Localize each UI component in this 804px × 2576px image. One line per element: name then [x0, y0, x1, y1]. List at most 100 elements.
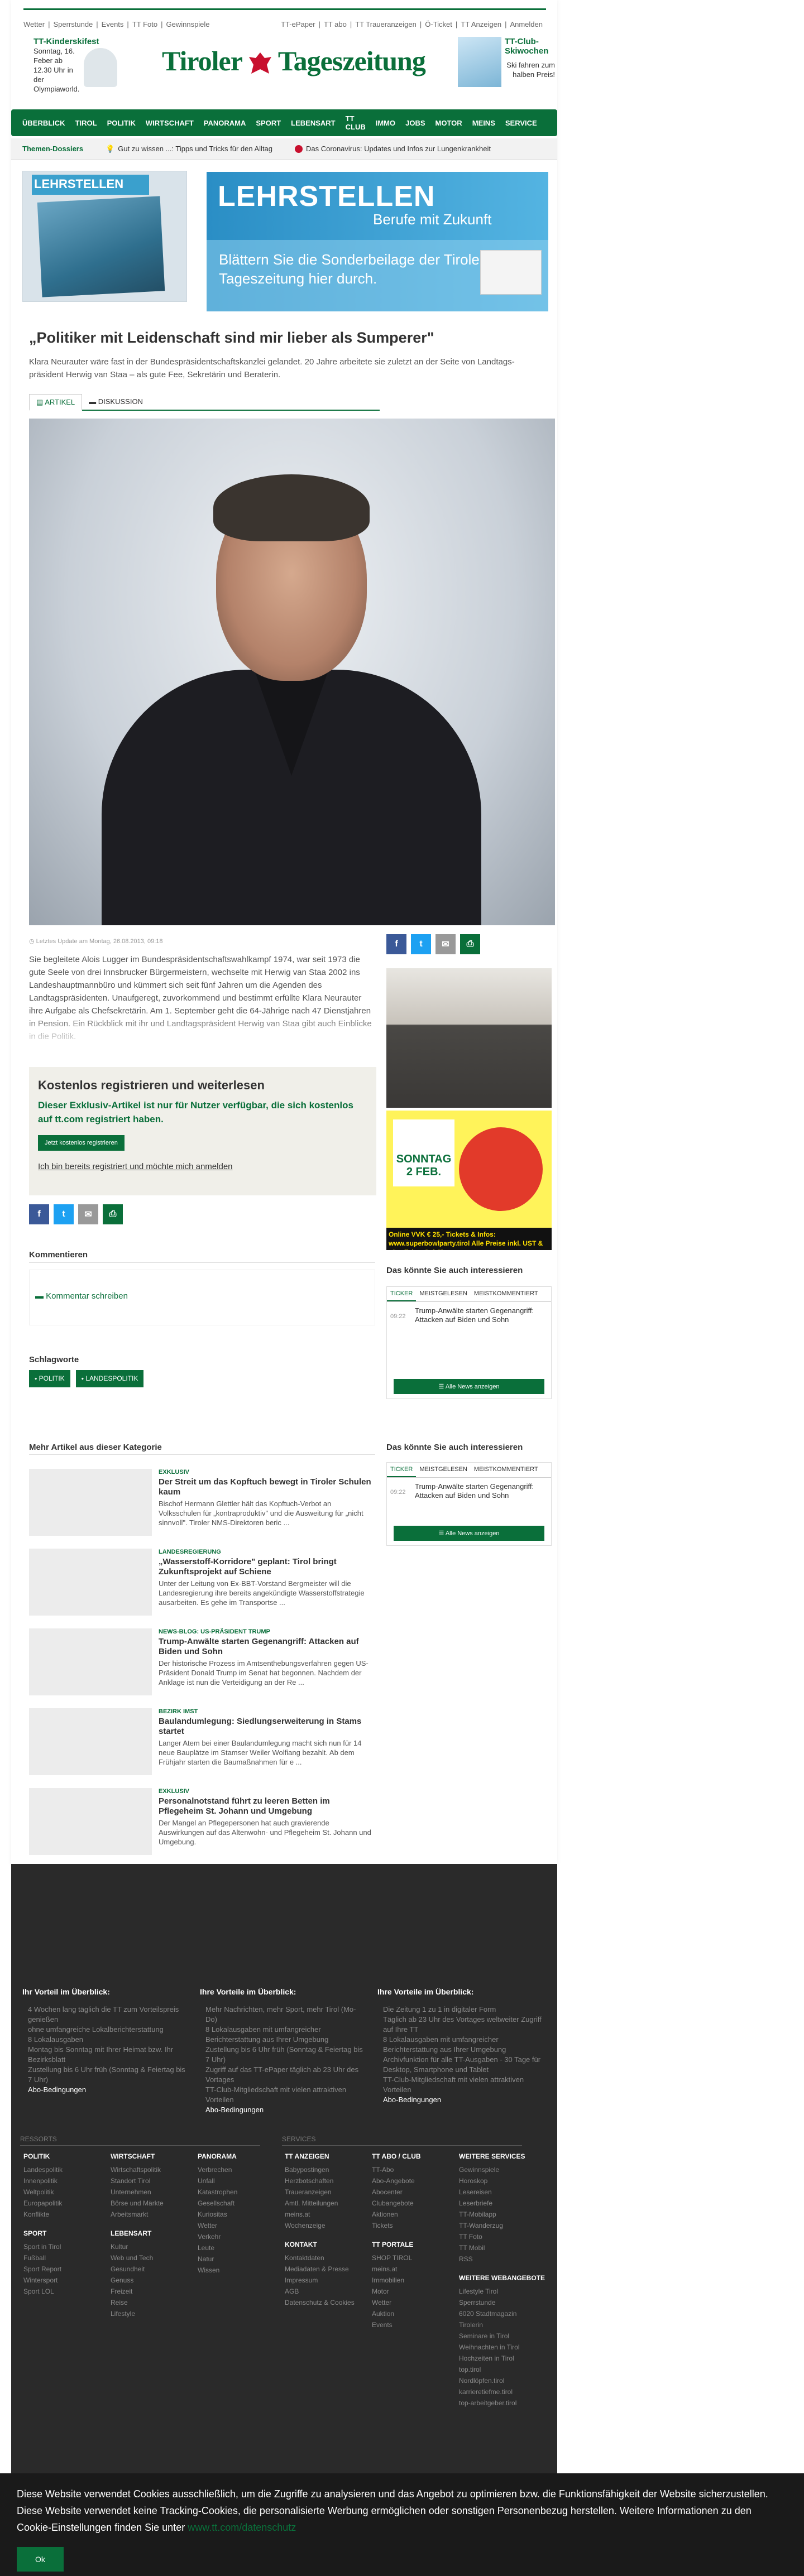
footer-link[interactable]: Genuss: [111, 2275, 164, 2286]
ticker-item[interactable]: 09:22 Trump-Anwälte starten Gegenangriff:…: [387, 1302, 551, 1345]
footer-link[interactable]: Motor: [372, 2286, 421, 2297]
footer-link[interactable]: Wetter: [372, 2297, 421, 2308]
footer-link[interactable]: Börse und Märkte: [111, 2198, 164, 2209]
footer-link[interactable]: Unfall: [198, 2175, 237, 2186]
all-news-button[interactable]: ☰ Alle News anzeigen: [394, 1526, 544, 1541]
footer-link[interactable]: Wissen: [198, 2265, 237, 2276]
footer-link[interactable]: Wintersport: [23, 2275, 63, 2286]
top-link[interactable]: Anmelden: [510, 20, 543, 28]
footer-link[interactable]: Abo-Angebote: [372, 2175, 421, 2186]
footer-link[interactable]: TT-Wanderzug: [459, 2220, 545, 2231]
footer-link[interactable]: Gesellschaft: [198, 2198, 237, 2209]
footer-link[interactable]: Tickets: [372, 2220, 421, 2231]
theme-item-tipps[interactable]: 💡 Gut zu wissen ...: Tipps und Tricks für…: [106, 145, 272, 153]
tab-meistkommentiert[interactable]: MEISTKOMMENTIERT: [471, 1287, 542, 1301]
footer-link[interactable]: TT Mobil: [459, 2242, 545, 2253]
footer-link[interactable]: SHOP TIROL: [372, 2252, 421, 2263]
footer-link[interactable]: Wirtschaftspolitik: [111, 2164, 164, 2175]
nav-item[interactable]: TT CLUB: [346, 114, 366, 131]
footer-link[interactable]: Tirolerin: [459, 2319, 545, 2330]
footer-link[interactable]: Traueranzeigen: [285, 2186, 355, 2198]
footer-link[interactable]: Clubangebote: [372, 2198, 421, 2209]
footer-link[interactable]: Standort Tirol: [111, 2175, 164, 2186]
footer-link[interactable]: Fußball: [23, 2252, 63, 2263]
site-logo[interactable]: Tiroler Tageszeitung: [162, 45, 426, 77]
tag-landespolitik[interactable]: ⬩ LANDESPOLITIK: [75, 1370, 144, 1387]
footer-link[interactable]: Gesundheit: [111, 2263, 164, 2275]
article-teaser[interactable]: NEWS-BLOG: US-PRÄSIDENT TRUMP Trump-Anwäl…: [29, 1628, 375, 1700]
footer-link[interactable]: meins.at: [285, 2209, 355, 2220]
footer-link[interactable]: Leute: [198, 2242, 237, 2253]
footer-link[interactable]: TT-Mobilapp: [459, 2209, 545, 2220]
tag-politik[interactable]: ⬩ POLITIK: [29, 1370, 70, 1387]
footer-link[interactable]: Sport in Tirol: [23, 2241, 63, 2252]
nav-item[interactable]: PANORAMA: [204, 119, 246, 127]
footer-link[interactable]: Herzbotschaften: [285, 2175, 355, 2186]
footer-link[interactable]: Arbeitsmarkt: [111, 2209, 164, 2220]
article-teaser[interactable]: BEZIRK IMST Baulandumlegung: Siedlungserw…: [29, 1708, 375, 1780]
footer-link[interactable]: Innenpolitik: [23, 2175, 63, 2186]
tab-meistkommentiert[interactable]: MEISTKOMMENTIERT: [471, 1463, 542, 1477]
nav-item[interactable]: SPORT: [256, 119, 281, 127]
login-link[interactable]: Ich bin bereits registriert und möchte m…: [38, 1162, 367, 1171]
footer-link[interactable]: Unternehmen: [111, 2186, 164, 2198]
tab-ticker[interactable]: TICKER: [387, 1287, 417, 1301]
footer-link[interactable]: Gewinnspiele: [459, 2164, 545, 2175]
footer-link[interactable]: TT Foto: [459, 2231, 545, 2242]
footer-link[interactable]: Hochzeiten in Tirol: [459, 2353, 545, 2364]
footer-link[interactable]: Freizeit: [111, 2286, 164, 2297]
footer-link[interactable]: Sperrstunde: [459, 2297, 545, 2308]
abo-conditions-link[interactable]: Abo-Bedingungen: [377, 2095, 545, 2105]
footer-link[interactable]: Immobilien: [372, 2275, 421, 2286]
footer-link[interactable]: Landespolitik: [23, 2164, 63, 2175]
promo-skiwochen[interactable]: TT-Club-Skiwochen Ski fahren zum halben …: [458, 37, 558, 90]
nav-item[interactable]: ÜBERBLICK: [22, 119, 65, 127]
footer-link[interactable]: Wetter: [198, 2220, 237, 2231]
facebook-icon[interactable]: f: [386, 934, 406, 954]
footer-link[interactable]: Sport LOL: [23, 2286, 63, 2297]
footer-link[interactable]: Lifestyle: [111, 2308, 164, 2319]
nav-item[interactable]: POLITIK: [107, 119, 136, 127]
tab-discussion[interactable]: ▬ DISKUSSION: [82, 394, 150, 410]
footer-link[interactable]: Aktionen: [372, 2209, 421, 2220]
top-link[interactable]: Sperrstunde: [53, 20, 93, 28]
footer-link[interactable]: AGB: [285, 2286, 355, 2297]
footer-link[interactable]: Natur: [198, 2253, 237, 2265]
sidebar-ad-superbowl[interactable]: SONNTAG 2 FEB. Online VVK € 25,- Tickets…: [386, 1111, 552, 1250]
top-link[interactable]: TT Traueranzeigen: [355, 20, 417, 28]
abo-conditions-link[interactable]: Abo-Bedingungen: [22, 2085, 190, 2095]
footer-link[interactable]: Lifestyle Tirol: [459, 2286, 545, 2297]
footer-link[interactable]: Leserbriefe: [459, 2198, 545, 2209]
top-link[interactable]: Ö-Ticket: [425, 20, 452, 28]
nav-item[interactable]: TIROL: [75, 119, 97, 127]
nav-item[interactable]: MEINS: [472, 119, 495, 127]
footer-link[interactable]: Kontaktdaten: [285, 2252, 355, 2263]
tab-meistgelesen[interactable]: MEISTGELESEN: [416, 1463, 471, 1477]
footer-link[interactable]: Seminare in Tirol: [459, 2330, 545, 2342]
article-teaser[interactable]: EXKLUSIV Der Streit um das Kopftuch beweg…: [29, 1469, 375, 1540]
footer-link[interactable]: Weltpolitik: [23, 2186, 63, 2198]
footer-link[interactable]: TT-Abo: [372, 2164, 421, 2175]
footer-link[interactable]: Datenschutz & Cookies: [285, 2297, 355, 2308]
top-link[interactable]: Wetter: [23, 20, 45, 28]
mail-icon[interactable]: ✉: [436, 934, 456, 954]
top-link[interactable]: TT Foto: [132, 20, 157, 28]
all-news-button[interactable]: ☰ Alle News anzeigen: [394, 1379, 544, 1394]
footer-link[interactable]: Horoskop: [459, 2175, 545, 2186]
footer-link[interactable]: Verbrechen: [198, 2164, 237, 2175]
article-teaser[interactable]: EXKLUSIV Personalnotstand führt zu leeren…: [29, 1788, 375, 1859]
footer-link[interactable]: Wochenzeige: [285, 2220, 355, 2231]
footer-link[interactable]: Events: [372, 2319, 421, 2330]
footer-link[interactable]: Verkehr: [198, 2231, 237, 2242]
footer-link[interactable]: RSS: [459, 2253, 545, 2265]
footer-link[interactable]: meins.at: [372, 2263, 421, 2275]
footer-link[interactable]: Web und Tech: [111, 2252, 164, 2263]
footer-link[interactable]: Konflikte: [23, 2209, 63, 2220]
footer-link[interactable]: Kultur: [111, 2241, 164, 2252]
footer-link[interactable]: Amtl. Mitteilungen: [285, 2198, 355, 2209]
nav-item[interactable]: MOTOR: [436, 119, 462, 127]
footer-link[interactable]: Auktion: [372, 2308, 421, 2319]
top-link[interactable]: TT abo: [324, 20, 347, 28]
footer-link[interactable]: Lesereisen: [459, 2186, 545, 2198]
privacy-link[interactable]: www.tt.com/datenschutz: [188, 2522, 296, 2533]
